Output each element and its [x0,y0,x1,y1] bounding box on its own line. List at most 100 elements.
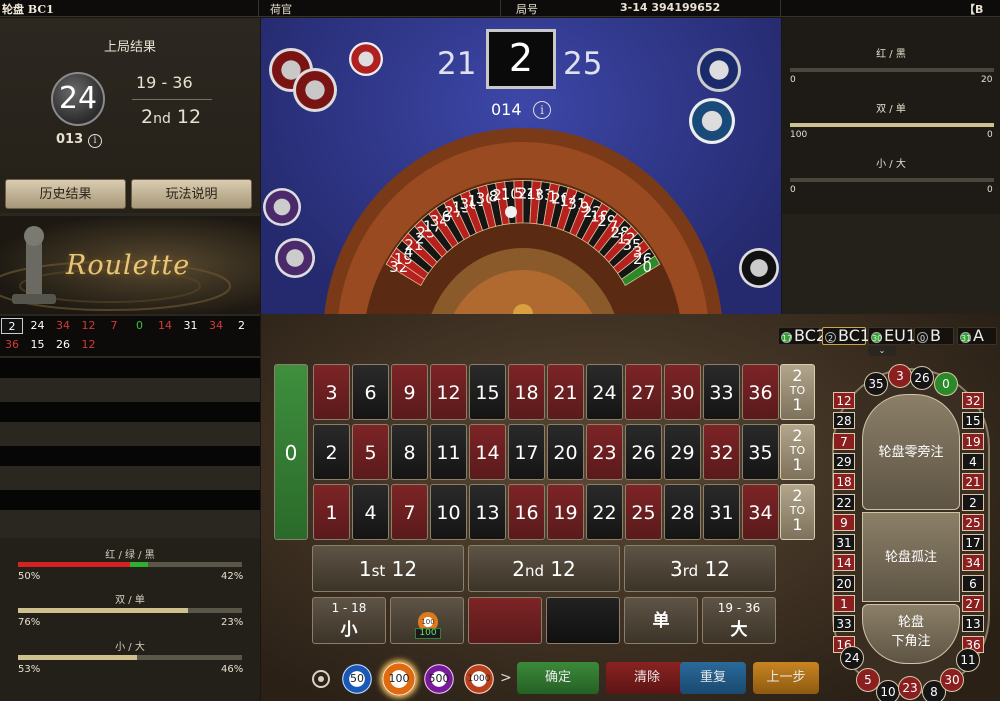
racetrack-number-23[interactable]: 23 [898,676,922,700]
table-tab-b[interactable]: 0B [914,327,954,345]
undo-button[interactable]: 上一步 [753,662,819,694]
info-icon[interactable]: i [533,101,551,119]
bet-cell-33[interactable]: 33 [703,364,740,420]
racetrack-number-34[interactable]: 34 [962,554,984,572]
bet-column-1[interactable]: 2 TO 1 [780,484,815,540]
room-badge[interactable]: 【B [964,1,983,17]
racetrack-number-14[interactable]: 14 [833,554,855,572]
bet-cell-22[interactable]: 22 [586,484,623,540]
bet-cell-36[interactable]: 36 [742,364,779,420]
bet-cell-15[interactable]: 15 [469,364,506,420]
info-icon[interactable]: i [88,134,102,148]
chip-settings-icon[interactable] [312,670,330,688]
bet-cell-16[interactable]: 16 [508,484,545,540]
bet-cell-23[interactable]: 23 [586,424,623,480]
bet-cell-31[interactable]: 31 [703,484,740,540]
history-results-button[interactable]: 历史结果 [5,179,126,209]
bet-cell-2[interactable]: 2 [313,424,350,480]
bet-cell-11[interactable]: 11 [430,424,467,480]
bet-dozen-3[interactable]: 3rd 12 [624,545,776,592]
racetrack-number-1[interactable]: 1 [833,595,855,612]
bet-cell-19[interactable]: 19 [547,484,584,540]
racetrack-number-9[interactable]: 9 [833,513,855,531]
bet-cell-34[interactable]: 34 [742,484,779,540]
chip-100[interactable]: 100 [382,662,416,696]
racetrack-number-31[interactable]: 31 [833,534,855,552]
racetrack-number-13[interactable]: 13 [962,615,984,633]
chip-1000[interactable]: 1000 [464,664,494,694]
racetrack-number-32[interactable]: 32 [962,392,984,409]
racetrack-number-12[interactable]: 12 [833,392,855,409]
chevron-right-icon[interactable]: > [500,670,512,686]
bet-dozen-1[interactable]: 1st 12 [312,545,464,592]
racetrack-number-22[interactable]: 22 [833,493,855,511]
racetrack-number-25[interactable]: 25 [962,513,984,531]
racetrack-number-11[interactable]: 11 [956,648,980,672]
racetrack-number-27[interactable]: 27 [962,595,984,612]
bet-cell-10[interactable]: 10 [430,484,467,540]
chip-50[interactable]: 50 [342,664,372,694]
racetrack-number-28[interactable]: 28 [833,412,855,430]
clear-button[interactable]: 清除 [606,662,688,694]
racetrack-number-24[interactable]: 24 [840,646,864,670]
bet-even[interactable]: 100 100 [390,597,464,644]
bet-cell-12[interactable]: 12 [430,364,467,420]
chip-500[interactable]: 500 [424,664,454,694]
racetrack-number-7[interactable]: 7 [833,432,855,450]
bet-cell-35[interactable]: 35 [742,424,779,480]
repeat-button[interactable]: 重复 [680,662,746,694]
rules-button[interactable]: 玩法说明 [131,179,252,209]
bet-cell-5[interactable]: 5 [352,424,389,480]
racetrack-number-29[interactable]: 29 [833,452,855,470]
bet-cell-zero[interactable]: 0 [274,364,308,540]
racetrack-number-10[interactable]: 10 [876,680,900,701]
bet-cell-14[interactable]: 14 [469,424,506,480]
bet-low-1-18[interactable]: 1 - 18 小 [312,597,386,644]
racetrack-number-17[interactable]: 17 [962,534,984,552]
bet-cell-17[interactable]: 17 [508,424,545,480]
table-tab-eu1[interactable]: 30 EU1 [868,327,916,345]
confirm-button[interactable]: 确定 [517,662,599,694]
racetrack-number-35[interactable]: 35 [864,372,888,396]
bet-cell-32[interactable]: 32 [703,424,740,480]
bet-cell-8[interactable]: 8 [391,424,428,480]
racetrack-number-4[interactable]: 4 [962,452,984,470]
bet-cell-13[interactable]: 13 [469,484,506,540]
bet-cell-27[interactable]: 27 [625,364,662,420]
table-tab-bc2[interactable]: 17 BC2 [778,327,826,345]
racetrack-number-19[interactable]: 19 [962,432,984,450]
racetrack-number-15[interactable]: 15 [962,412,984,430]
bet-high-19-36[interactable]: 19 - 36 大 [702,597,776,644]
bet-cell-28[interactable]: 28 [664,484,701,540]
bet-zone-zero-neighbors[interactable]: 轮盘零旁注 [862,394,960,510]
racetrack-number-0[interactable]: 0 [934,372,958,396]
bet-cell-21[interactable]: 21 [547,364,584,420]
bet-cell-3[interactable]: 3 [313,364,350,420]
chevron-down-icon[interactable]: ⌄ [868,346,896,356]
bet-column-2[interactable]: 2 TO 1 [780,424,815,480]
bet-cell-26[interactable]: 26 [625,424,662,480]
racetrack-number-20[interactable]: 20 [833,574,855,592]
bet-dozen-2[interactable]: 2nd 12 [468,545,620,592]
racetrack-number-26[interactable]: 26 [910,366,934,390]
bet-cell-18[interactable]: 18 [508,364,545,420]
bet-cell-1[interactable]: 1 [313,484,350,540]
bet-cell-4[interactable]: 4 [352,484,389,540]
racetrack-number-21[interactable]: 21 [962,473,984,491]
bet-cell-30[interactable]: 30 [664,364,701,420]
table-tab-bc1[interactable]: 2 BC1 [822,327,870,345]
bet-cell-25[interactable]: 25 [625,484,662,540]
bet-cell-7[interactable]: 7 [391,484,428,540]
bet-cell-29[interactable]: 29 [664,424,701,480]
bet-cell-24[interactable]: 24 [586,364,623,420]
bet-cell-9[interactable]: 9 [391,364,428,420]
racetrack-number-30[interactable]: 30 [940,668,964,692]
bet-black[interactable] [546,597,620,644]
racetrack-number-18[interactable]: 18 [833,473,855,491]
bet-cell-20[interactable]: 20 [547,424,584,480]
bet-odd[interactable]: 单 [624,597,698,644]
racetrack-number-33[interactable]: 33 [833,615,855,633]
racetrack-number-2[interactable]: 2 [962,493,984,511]
racetrack-number-3[interactable]: 3 [888,364,912,388]
bet-red[interactable] [468,597,542,644]
